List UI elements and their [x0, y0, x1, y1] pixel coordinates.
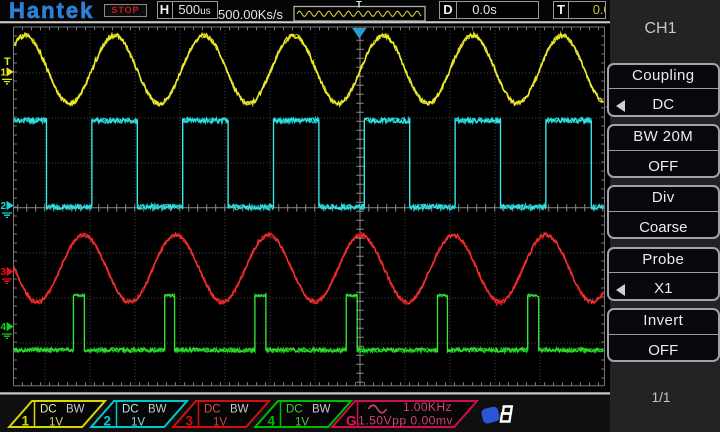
svg-text:3: 3: [186, 414, 194, 429]
svg-text:4: 4: [268, 414, 276, 429]
svg-text:1.00KHz: 1.00KHz: [403, 400, 452, 414]
svg-text:1V: 1V: [295, 417, 309, 429]
svg-text:T: T: [356, 0, 362, 11]
svg-text:1V: 1V: [49, 417, 63, 429]
svg-text:1: 1: [1, 68, 7, 79]
svg-text:DC: DC: [286, 404, 303, 416]
svg-text:DC: DC: [204, 404, 221, 416]
svg-text:2: 2: [104, 414, 112, 429]
svg-text:3: 3: [1, 267, 7, 278]
svg-text:2: 2: [1, 201, 7, 212]
svg-text:BW: BW: [312, 404, 331, 416]
svg-text:DC: DC: [122, 404, 139, 416]
svg-text:BW: BW: [230, 404, 249, 416]
svg-text:1.50Vpp 0.00mv: 1.50Vpp 0.00mv: [358, 414, 454, 428]
svg-text:1V: 1V: [131, 417, 145, 429]
svg-text:BW: BW: [66, 404, 85, 416]
svg-text:DC: DC: [40, 404, 57, 416]
svg-text:1V: 1V: [213, 417, 227, 429]
svg-text:G: G: [346, 414, 357, 429]
svg-text:BW: BW: [148, 404, 167, 416]
svg-text:1: 1: [22, 414, 30, 429]
svg-text:4: 4: [1, 322, 7, 333]
svg-text:T: T: [4, 56, 11, 68]
